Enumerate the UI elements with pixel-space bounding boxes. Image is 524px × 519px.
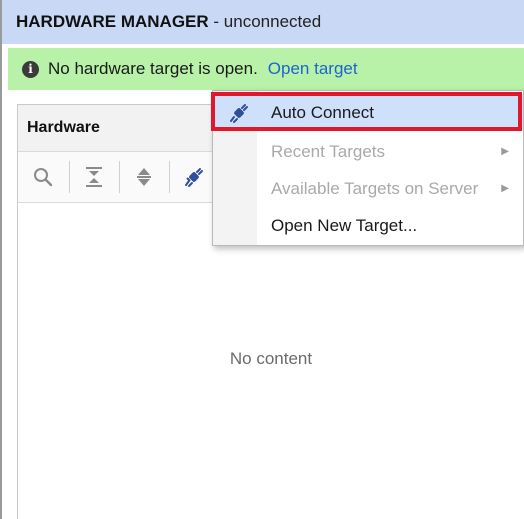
submenu-arrow-icon: ▶ (501, 183, 509, 194)
header-title: HARDWARE MANAGER (16, 12, 209, 31)
search-icon[interactable] (30, 164, 56, 190)
toolbar-separator (119, 161, 120, 193)
highlight-annotation-box (211, 92, 522, 131)
toolbar-separator (169, 161, 170, 193)
open-target-link[interactable]: Open target (268, 59, 358, 79)
expand-all-icon[interactable] (131, 164, 157, 190)
banner-message: No hardware target is open. (48, 59, 258, 78)
empty-state-text: No content (229, 349, 313, 368)
menu-item-label: Available Targets on Server (271, 178, 479, 198)
menu-item-label: Recent Targets (271, 141, 386, 161)
menu-item-open-new-target[interactable]: Open New Target... (213, 207, 523, 244)
connection-status: - unconnected (213, 12, 322, 31)
window-edge (0, 0, 2, 519)
collapse-all-icon[interactable] (81, 164, 107, 190)
menu-item-available-targets[interactable]: Available Targets on Server ▶ (213, 170, 523, 207)
menu-item-recent-targets[interactable]: Recent Targets ▶ (213, 133, 523, 170)
toolbar-separator (69, 161, 70, 193)
auto-connect-icon[interactable] (181, 164, 207, 190)
info-banner: i No hardware target is open. Open targe… (8, 48, 524, 90)
hardware-manager-header: HARDWARE MANAGER - unconnected (2, 0, 524, 44)
submenu-arrow-icon: ▶ (501, 146, 509, 157)
info-icon: i (22, 60, 39, 78)
menu-item-label: Open New Target... (271, 215, 418, 235)
